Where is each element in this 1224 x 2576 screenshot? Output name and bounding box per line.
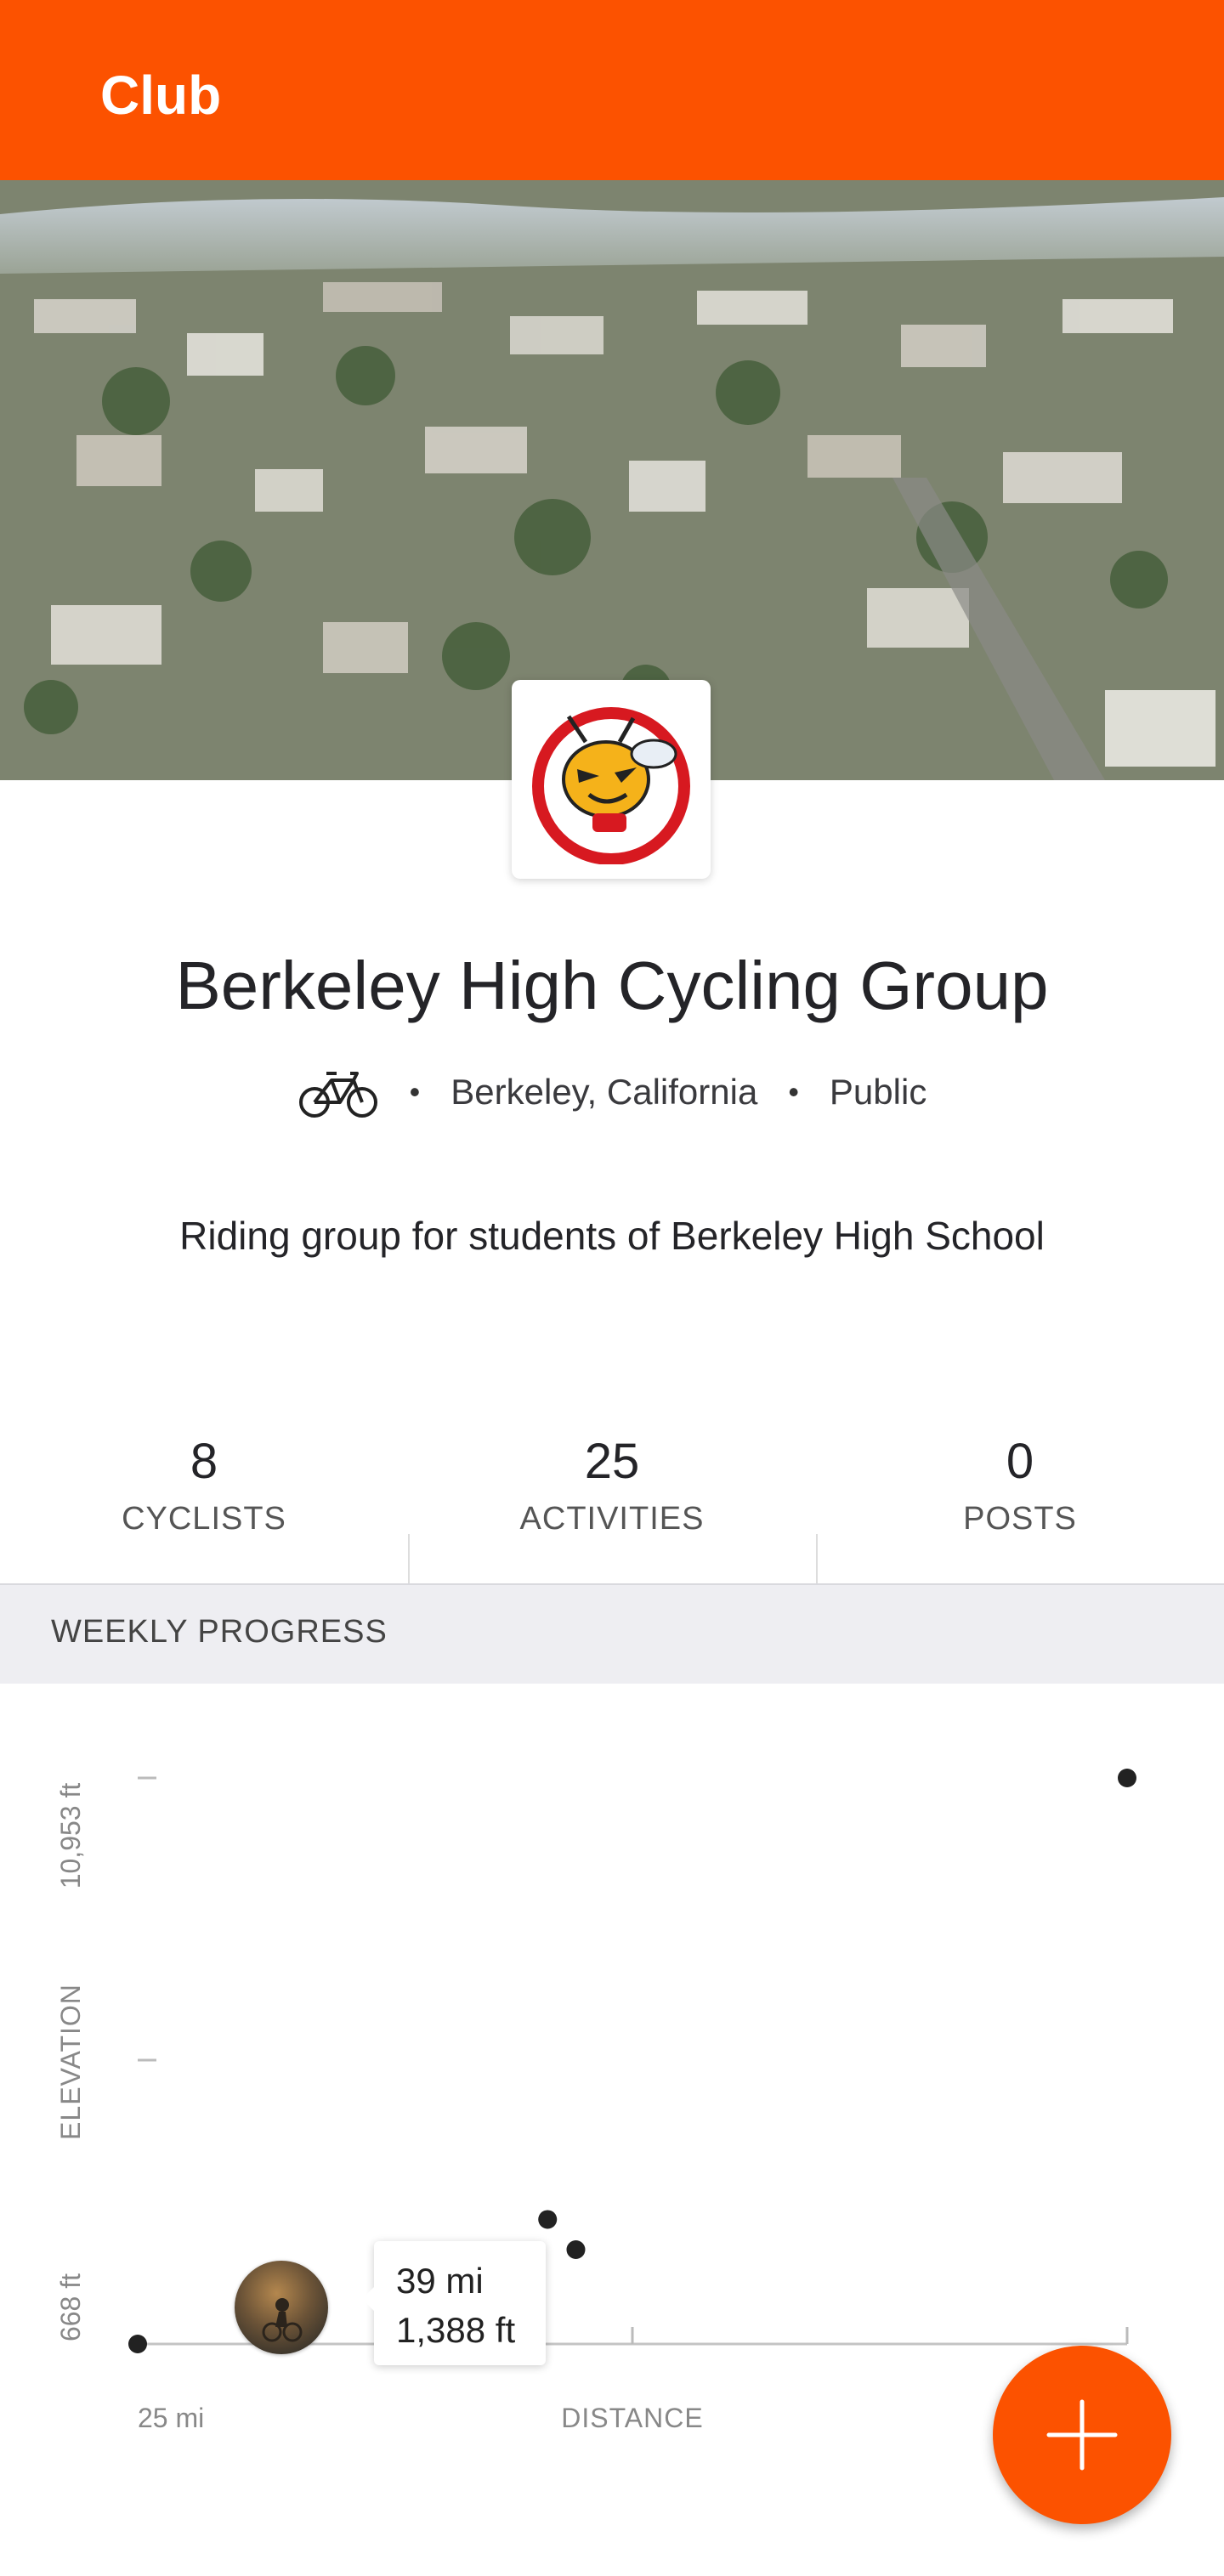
plus-icon [1046,2399,1118,2471]
club-description: Riding group for students of Berkeley Hi… [179,1214,1045,1258]
club-privacy: Public [829,1072,927,1112]
chart-point-3[interactable] [566,2240,586,2260]
club-meta-row: • Berkeley, California • Public [0,1062,1224,1122]
stat-posts[interactable]: 0 POSTS [816,1419,1224,1585]
tooltip-distance: 39 mi [396,2261,484,2301]
y-axis-label: ELEVATION [55,1984,86,2140]
stat-label: ACTIVITIES [519,1501,705,1537]
club-location: Berkeley, California [450,1072,758,1112]
app-bar-title: Club [100,65,222,126]
tooltip-elevation: 1,388 ft [396,2310,516,2350]
add-button[interactable] [993,2346,1171,2524]
y-tick-label-max: 10,953 ft [55,1783,86,1889]
weekly-progress-header: WEEKLY PROGRESS [0,1583,1224,1684]
stat-value: 0 [1006,1434,1034,1489]
y-tick-label-min: 668 ft [55,2273,86,2341]
club-name: Berkeley High Cycling Group [175,948,1049,1023]
separator-dot: • [788,1074,799,1109]
chart-tooltip: 39 mi 1,388 ft [362,2241,546,2365]
club-logo [512,680,711,879]
separator-dot: • [409,1074,421,1109]
chart-point-0[interactable] [128,2335,147,2353]
app-bar: Club [0,0,1224,180]
stat-label: CYCLISTS [122,1501,286,1537]
weekly-progress-title: WEEKLY PROGRESS [51,1614,388,1650]
club-stats: 8 CYCLISTS 25 ACTIVITIES 0 POSTS [0,1419,1224,1585]
stat-label: POSTS [963,1501,1077,1537]
chart-point-4[interactable] [1118,1769,1136,1787]
stat-activities[interactable]: 25 ACTIVITIES [408,1419,816,1585]
x-axis-label: DISTANCE [561,2403,703,2433]
bicycle-icon [298,1065,379,1119]
hornet-logo-icon [532,707,690,864]
stat-cyclists[interactable]: 8 CYCLISTS [0,1419,408,1585]
stat-value: 8 [190,1434,218,1489]
athlete-avatar[interactable] [235,2261,328,2354]
cyclist-photo-icon [262,2298,303,2342]
chart-point-2[interactable] [538,2210,558,2229]
stat-value: 25 [584,1434,640,1489]
x-tick-label-min: 25 mi [138,2403,204,2433]
